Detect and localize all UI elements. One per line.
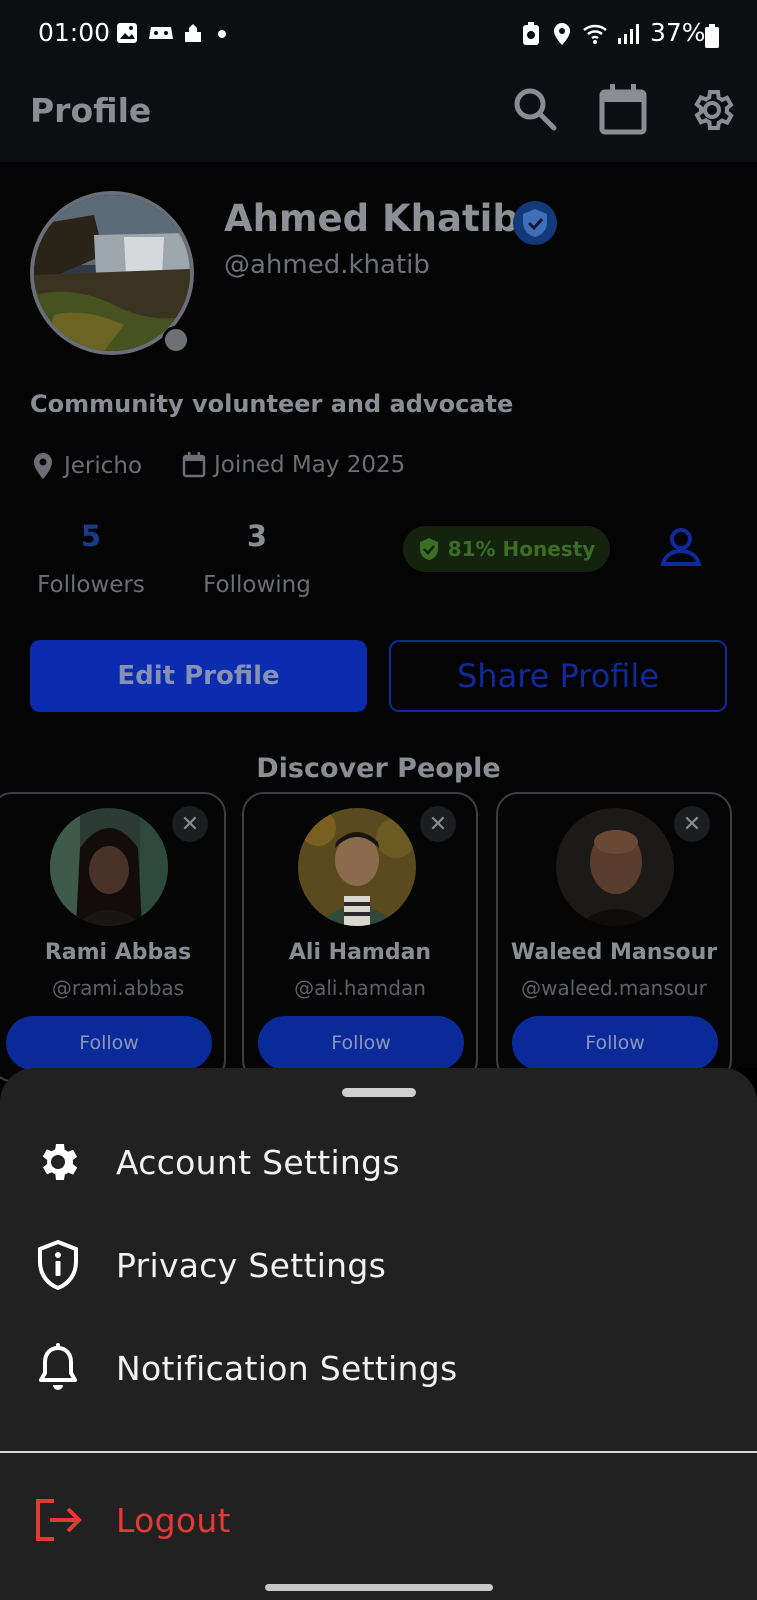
divider bbox=[0, 1451, 757, 1453]
profile-username: @ahmed.khatib bbox=[224, 250, 430, 280]
menu-item-label: Privacy Settings bbox=[116, 1245, 387, 1285]
image-notification-icon bbox=[117, 23, 137, 43]
signal-icon bbox=[618, 24, 639, 44]
menu-item-label: Notification Settings bbox=[116, 1348, 458, 1388]
battery-icon bbox=[705, 24, 719, 48]
waterfall-photo bbox=[34, 195, 190, 351]
person-name: Waleed Mansour bbox=[510, 940, 718, 965]
person-photo bbox=[298, 808, 416, 926]
share-profile-button[interactable]: Share Profile bbox=[389, 640, 727, 712]
status-time: 01:00 bbox=[38, 18, 111, 47]
discover-people-title: Discover People bbox=[256, 753, 501, 784]
dismiss-button[interactable]: ✕ bbox=[674, 806, 710, 842]
mosque-notification-icon bbox=[185, 24, 201, 42]
gear-icon bbox=[42, 1144, 78, 1180]
following-count[interactable]: 3 bbox=[194, 519, 320, 553]
gear-icon[interactable] bbox=[688, 86, 736, 134]
logout-icon bbox=[36, 1499, 82, 1541]
calendar-small-icon bbox=[182, 452, 206, 478]
status-bar: 01:00 37% bbox=[0, 0, 757, 72]
profile-bio: Community volunteer and advocate bbox=[30, 390, 514, 418]
followers-count[interactable]: 5 bbox=[30, 519, 152, 553]
follow-button[interactable]: Follow bbox=[6, 1016, 212, 1070]
avatar[interactable] bbox=[50, 808, 168, 926]
joined-text: Joined May 2025 bbox=[214, 452, 406, 478]
shield-info-icon bbox=[38, 1239, 78, 1291]
person-handle: @waleed.mansour bbox=[521, 976, 707, 1000]
wifi-icon bbox=[583, 24, 607, 44]
person-icon[interactable] bbox=[660, 527, 702, 567]
sheet-drag-handle[interactable] bbox=[342, 1088, 416, 1097]
menu-item-notification-settings[interactable]: Notification Settings bbox=[0, 1318, 757, 1418]
person-name: Rami Abbas bbox=[44, 940, 192, 965]
settings-bottom-sheet: Account Settings Privacy Settings Notifi… bbox=[0, 1068, 757, 1574]
menu-item-privacy-settings[interactable]: Privacy Settings bbox=[0, 1215, 757, 1315]
menu-item-account-settings[interactable]: Account Settings bbox=[0, 1112, 757, 1212]
battery-percentage: 37% bbox=[650, 18, 706, 47]
app-bar: Profile bbox=[0, 72, 757, 162]
calendar-icon[interactable] bbox=[598, 84, 648, 136]
page-title: Profile bbox=[30, 91, 152, 130]
followers-label[interactable]: Followers bbox=[30, 572, 152, 598]
profile-content: Ahmed Khatib @ahmed.khatib Community vol… bbox=[0, 162, 757, 1082]
shield-check-icon bbox=[419, 538, 438, 560]
person-card: ✕ Waleed Mansour @waleed.mansour Follow bbox=[496, 792, 732, 1082]
avatar[interactable] bbox=[556, 808, 674, 926]
person-handle: @ali.hamdan bbox=[294, 976, 426, 1000]
person-photo bbox=[50, 808, 168, 926]
honesty-badge: 81% Honesty bbox=[403, 526, 610, 572]
logout-label: Logout bbox=[116, 1500, 231, 1540]
profile-name: Ahmed Khatib bbox=[224, 197, 519, 240]
avatar[interactable] bbox=[298, 808, 416, 926]
location-text: Jericho bbox=[64, 453, 143, 479]
person-name: Ali Hamdan bbox=[288, 940, 432, 965]
person-card: ✕ Ali Hamdan @ali.hamdan Follow bbox=[242, 792, 478, 1082]
profile-joined: Joined May 2025 bbox=[182, 452, 405, 478]
battery-saver-icon bbox=[523, 22, 539, 45]
status-dot bbox=[162, 326, 190, 354]
following-label[interactable]: Following bbox=[194, 572, 320, 598]
location-pin-icon bbox=[34, 453, 52, 479]
follow-button[interactable]: Follow bbox=[512, 1016, 718, 1070]
location-icon bbox=[554, 23, 570, 45]
menu-item-label: Account Settings bbox=[116, 1142, 400, 1182]
home-gesture-handle[interactable] bbox=[265, 1584, 493, 1591]
bell-icon bbox=[39, 1343, 77, 1390]
search-icon[interactable] bbox=[512, 86, 558, 132]
close-icon: ✕ bbox=[682, 811, 702, 837]
more-notifications-dot-icon bbox=[218, 30, 226, 38]
verified-badge-icon bbox=[513, 201, 557, 245]
dismiss-button[interactable]: ✕ bbox=[420, 806, 456, 842]
profile-location: Jericho bbox=[32, 452, 142, 480]
menu-item-logout[interactable]: Logout bbox=[0, 1470, 757, 1570]
edit-profile-button[interactable]: Edit Profile bbox=[30, 640, 367, 712]
close-icon: ✕ bbox=[428, 811, 448, 837]
person-photo bbox=[556, 808, 674, 926]
person-handle: @rami.abbas bbox=[51, 976, 185, 1000]
follow-button[interactable]: Follow bbox=[258, 1016, 464, 1070]
honesty-text: 81% Honesty bbox=[447, 537, 596, 561]
close-icon: ✕ bbox=[180, 811, 200, 837]
system-nav-bar bbox=[0, 1574, 757, 1600]
game-notification-icon bbox=[149, 27, 173, 39]
person-card: ✕ Rami Abbas @rami.abbas Follow bbox=[0, 792, 226, 1082]
dismiss-button[interactable]: ✕ bbox=[172, 806, 208, 842]
